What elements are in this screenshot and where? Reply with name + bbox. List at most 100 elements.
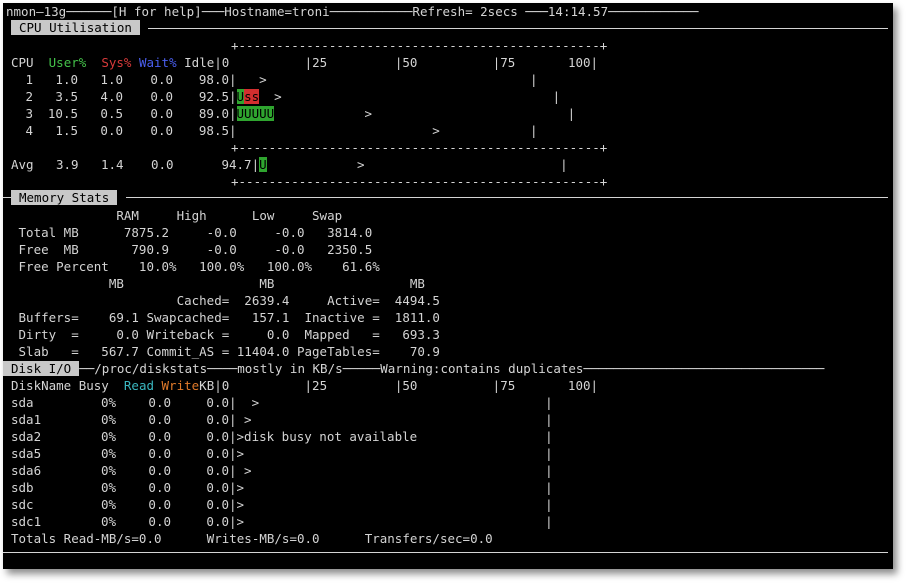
disk-name: sda1 <box>11 412 42 427</box>
disk-read: 0.0 <box>148 412 171 427</box>
disk-busy: 0% <box>100 463 116 478</box>
cpu-scale-bottom: +---------------------------------------… <box>231 174 608 189</box>
help-hint: [H for help] <box>111 4 202 19</box>
disk-name: sda2 <box>11 429 42 444</box>
cpu-scale-top: +---------------------------------------… <box>231 38 608 53</box>
cpu-section-divider <box>148 28 888 29</box>
disk-section-title: Disk I/O <box>3 361 80 376</box>
disk-totals: Totals Read-MB/s=0.0 Writes-MB/s=0.0 Tra… <box>11 531 493 546</box>
avg-user: 3.9 <box>56 157 79 172</box>
disk-write: 0.0 <box>206 446 229 461</box>
memory-line: Dirty = 0.0 Writeback = 0.0 Mapped = 693… <box>11 327 440 342</box>
cpu-user-bar: U <box>236 89 245 104</box>
memory-line: Slab = 567.7 Commit_AS = 11404.0 PageTab… <box>11 344 440 359</box>
disk-row: sdb 0% 0.0 0.0|> | <box>11 479 553 496</box>
clock-time: 14:14.57 <box>547 4 609 19</box>
memory-line: Buffers= 69.1 Swapcached= 157.1 Inactive… <box>11 310 440 325</box>
disk-bar: |> | <box>229 514 553 529</box>
mem-divider <box>126 197 888 198</box>
disk-write: 0.0 <box>206 497 229 512</box>
avg-sys: 1.4 <box>101 157 124 172</box>
cpu-wait: 0.0 <box>150 106 173 121</box>
cpu-row: 2 3.5 4.0 0.0 92.5|Uss > | <box>11 88 560 105</box>
cpu-section-title: CPU Utilisation <box>11 20 140 35</box>
cpu-idle: 98.0 <box>198 72 229 87</box>
cpu-sys: 0.0 <box>100 123 123 138</box>
cpu-id: 3 <box>25 106 33 121</box>
disk-col-name-busy: DiskName Busy <box>11 378 124 393</box>
app-name: nmon—13g <box>6 4 67 19</box>
cpu-user-bar: UUUUU <box>236 106 275 121</box>
cpu-id: 1 <box>25 72 33 87</box>
cpu-row: 3 10.5 0.5 0.0 89.0|UUUUU > | <box>11 105 575 122</box>
cpu-col-sys: Sys% <box>101 55 132 70</box>
avg-label: Avg <box>11 157 34 172</box>
disk-busy: 0% <box>100 480 116 495</box>
terminal-window[interactable]: nmon—13g──────[H for help]───Hostname=tr… <box>3 3 893 569</box>
cpu-avg-row: Avg 3.9 1.4 0.0 94.7|U > | <box>11 157 568 172</box>
disk-row: sdc1 0% 0.0 0.0|> | <box>11 513 553 530</box>
cpu-id: 2 <box>25 89 33 104</box>
disk-write: 0.0 <box>206 480 229 495</box>
cpu-scale-mid: +---------------------------------------… <box>231 140 608 155</box>
disk-bar: |> | <box>229 497 553 512</box>
cpu-user: 3.5 <box>55 89 78 104</box>
disk-write: 0.0 <box>206 429 229 444</box>
avg-idle: 94.7 <box>221 157 252 172</box>
cpu-sys-bar: ss <box>244 89 260 104</box>
disk-busy: 0% <box>100 412 116 427</box>
disk-row: sda 0% 0.0 0.0| > | <box>11 394 553 411</box>
disk-bar: | > | <box>229 395 553 410</box>
avg-bar-tail: > | <box>266 157 568 172</box>
cpu-col-wait: Wait% <box>138 55 177 70</box>
disk-busy: 0% <box>100 514 116 529</box>
disk-row: sda5 0% 0.0 0.0|> | <box>11 445 553 462</box>
disk-read: 0.0 <box>148 480 171 495</box>
cpu-sys: 4.0 <box>100 89 123 104</box>
cpu-col-user: User% <box>48 55 87 70</box>
cpu-bar-tail: > | <box>236 123 538 138</box>
disk-name: sdb <box>11 480 34 495</box>
cpu-bar-tail: > | <box>259 89 561 104</box>
disk-write: 0.0 <box>206 395 229 410</box>
cpu-idle: 98.5 <box>198 123 229 138</box>
disk-busy: 0% <box>100 446 116 461</box>
disk-col-read: Read <box>123 378 162 393</box>
cpu-col-idle: Idle <box>184 55 215 70</box>
disk-title-rule: ────────────────────────────── <box>598 361 825 376</box>
cpu-sys: 0.5 <box>100 106 123 121</box>
disk-name: sda <box>11 395 34 410</box>
disk-col-write: Write <box>161 378 200 393</box>
disk-read: 0.0 <box>148 463 171 478</box>
title-bar: nmon—13g──────[H for help]───Hostname=tr… <box>6 4 699 19</box>
disk-read: 0.0 <box>148 395 171 410</box>
avg-wait: 0.0 <box>151 157 174 172</box>
disk-bar: | > | <box>229 463 553 478</box>
cpu-row: 1 1.0 1.0 0.0 98.0| > | <box>11 71 537 88</box>
cpu-user: 1.5 <box>55 123 78 138</box>
cpu-user: 10.5 <box>47 106 78 121</box>
disk-busy: 0% <box>100 429 116 444</box>
disk-write: 0.0 <box>206 463 229 478</box>
disk-read: 0.0 <box>148 514 171 529</box>
cpu-wait: 0.0 <box>150 72 173 87</box>
disk-row: sda6 0% 0.0 0.0| > | <box>11 462 553 479</box>
cpu-sys: 1.0 <box>100 72 123 87</box>
disk-busy: 0% <box>100 395 116 410</box>
disk-name: sda6 <box>11 463 42 478</box>
cpu-id: 4 <box>25 123 33 138</box>
disk-subtitle: ──/proc/diskstats────mostly in KB/s─────… <box>79 361 599 376</box>
disk-row: sda2 0% 0.0 0.0|>disk busy not available | <box>11 428 553 445</box>
memory-line: Free MB 790.9 -0.0 -0.0 2350.5 <box>11 242 373 257</box>
avg-user-bar: U <box>259 157 267 172</box>
cpu-wait: 0.0 <box>150 123 173 138</box>
cpu-wait: 0.0 <box>150 89 173 104</box>
cpu-col-cpu: CPU <box>11 55 34 70</box>
disk-name: sdc <box>11 497 34 512</box>
disk-col-scale: KB|0 |25 |50 |75 100| <box>199 378 599 393</box>
disk-title-row: Disk I/O ──/proc/diskstats────mostly in K… <box>3 360 824 377</box>
cpu-idle: 92.5 <box>198 89 229 104</box>
disk-bar: |> | <box>229 446 553 461</box>
cpu-row: 4 1.5 0.0 0.0 98.5| > | <box>11 122 538 139</box>
cpu-header-row: CPU User% Sys% Wait% Idle|0 |25 |50 |75 … <box>11 54 598 71</box>
